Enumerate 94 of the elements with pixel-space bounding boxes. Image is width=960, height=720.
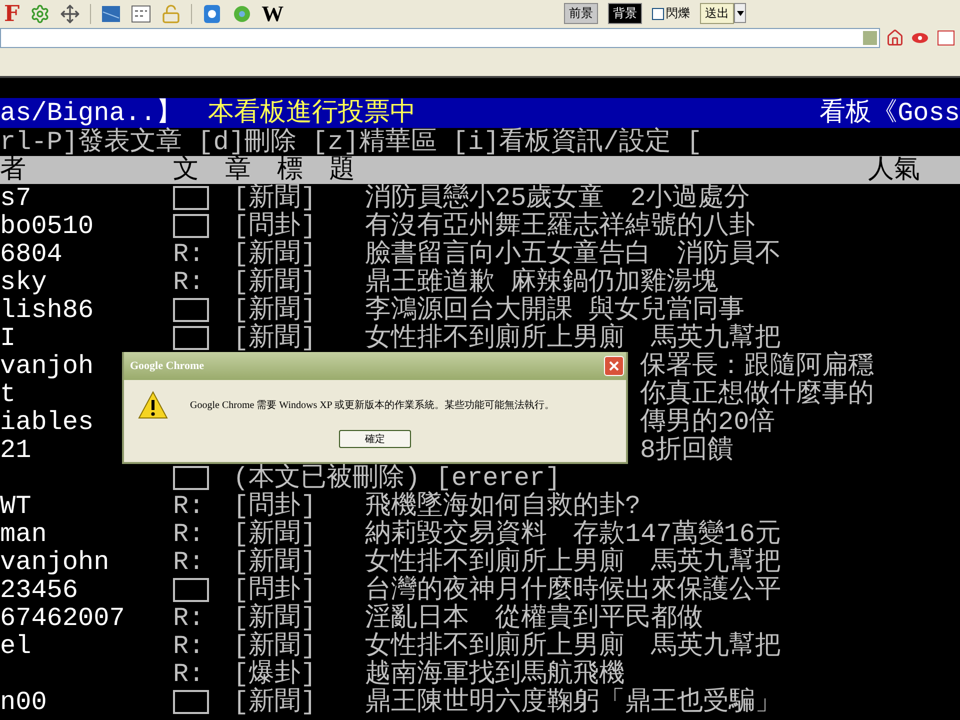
post-category: [新聞]: [233, 548, 316, 576]
post-category: [爆卦]: [233, 660, 316, 688]
app-logo-icon[interactable]: [202, 4, 222, 24]
author-name: 6804: [0, 240, 62, 268]
column-header: 人氣: [868, 156, 920, 184]
author-name: el: [0, 632, 32, 660]
reply-mark: R:: [173, 492, 204, 520]
blank-mark-icon: [173, 578, 209, 602]
post-title[interactable]: 保署長：跟隨阿扁穩: [640, 352, 874, 380]
blank-mark-icon: [173, 186, 209, 210]
post-title[interactable]: 鼎王雖道歉 麻辣鍋仍加雞湯塊: [365, 268, 719, 296]
keypad-icon[interactable]: [130, 4, 151, 24]
home-icon[interactable]: [886, 28, 904, 46]
author-name: s7: [0, 184, 32, 212]
post-title[interactable]: 飛機墜海如何自救的卦?: [365, 492, 641, 520]
reply-mark: R:: [173, 632, 204, 660]
author-name: sky: [0, 268, 47, 296]
post-category: [問卦]: [233, 492, 316, 520]
blank-mark-icon: [173, 298, 209, 322]
reply-mark: R:: [173, 548, 204, 576]
reply-mark: R:: [173, 240, 204, 268]
blank-mark-icon: [173, 214, 209, 238]
post-title[interactable]: 淫亂日本 從權貴到平民都做: [365, 604, 703, 632]
wiki-letter[interactable]: W: [262, 2, 284, 24]
post-category: [新聞]: [233, 324, 316, 352]
dialog-message: Google Chrome 需要 Windows XP 或更新版本的作業系統。某些功能可能無法執行。: [190, 398, 554, 412]
author-name: 23456: [0, 576, 78, 604]
send-button[interactable]: 送出: [700, 3, 734, 24]
author-name: WT: [0, 492, 32, 520]
deleted-note: (本文已被刪除) [ererer]: [233, 464, 561, 492]
move-icon[interactable]: [60, 4, 80, 24]
settings-icon[interactable]: [30, 4, 50, 24]
author-name: t: [0, 380, 16, 408]
flower-icon[interactable]: [232, 4, 252, 24]
warning-icon: [138, 390, 168, 420]
post-title[interactable]: 臉書留言向小五女童告白 消防員不: [365, 240, 781, 268]
post-category: [新聞]: [233, 604, 316, 632]
reply-mark: R:: [173, 268, 204, 296]
reply-mark: R:: [173, 660, 204, 688]
post-title[interactable]: 女性排不到廁所上男廁 馬英九幫把: [365, 324, 781, 352]
blank-mark-icon: [173, 326, 209, 350]
post-title[interactable]: 傳男的20倍: [640, 408, 776, 436]
author-name: man: [0, 520, 47, 548]
ok-button[interactable]: 確定: [339, 430, 411, 448]
post-category: [新聞]: [233, 240, 316, 268]
dialog-title: Google Chrome: [130, 360, 204, 372]
color-toggle[interactable]: 背景: [608, 3, 642, 24]
column-header: 文 章 標 題: [173, 156, 356, 184]
author-name: 21: [0, 436, 32, 464]
post-title[interactable]: 女性排不到廁所上男廁 馬英九幫把: [365, 632, 781, 660]
author-name: lish86: [0, 296, 94, 324]
blank-mark-icon: [173, 690, 209, 714]
post-category: [問卦]: [233, 576, 316, 604]
logo-letter[interactable]: F: [4, 2, 20, 24]
blank-mark-icon: [173, 466, 209, 490]
author-name: iables: [0, 408, 94, 436]
post-title[interactable]: 8折回饋: [640, 436, 734, 464]
post-title[interactable]: 女性排不到廁所上男廁 馬英九幫把: [365, 548, 781, 576]
author-name: vanjoh: [0, 352, 94, 380]
window-icon[interactable]: [100, 4, 121, 24]
author-name: vanjohn: [0, 548, 110, 576]
blink-checkbox[interactable]: 閃爍: [652, 5, 690, 22]
author-name: 67462007: [0, 604, 125, 632]
reply-mark: R:: [173, 520, 204, 548]
column-header: 者: [0, 156, 27, 184]
author-name: I: [0, 324, 16, 352]
author-name: n00: [0, 688, 47, 716]
post-category: [新聞]: [233, 632, 316, 660]
post-category: [問卦]: [233, 212, 316, 240]
close-button[interactable]: [604, 356, 624, 376]
post-category: [新聞]: [233, 184, 316, 212]
post-title[interactable]: 越南海軍找到馬航飛機: [365, 660, 625, 688]
dropdown-icon[interactable]: [862, 30, 878, 46]
post-title[interactable]: 有沒有亞州舞王羅志祥綽號的八卦: [365, 212, 755, 240]
post-title[interactable]: 鼎王陳世明六度鞠躬「鼎王也受騙」: [365, 688, 781, 716]
author-name: bo0510: [0, 212, 94, 240]
post-category: [新聞]: [233, 688, 316, 716]
address-field[interactable]: [0, 28, 880, 48]
post-title[interactable]: 你真正想做什麼事的: [640, 380, 874, 408]
vote-notice: 本看板進行投票中: [208, 99, 416, 127]
post-category: [新聞]: [233, 296, 316, 324]
color-toggle[interactable]: 前景: [564, 3, 598, 24]
board-path: as/Bigna..】: [0, 99, 182, 127]
post-category: [新聞]: [233, 268, 316, 296]
reply-mark: R:: [173, 604, 204, 632]
board-name: 看板《Goss: [820, 99, 960, 127]
close-icon: [608, 360, 620, 372]
window-icon[interactable]: [936, 28, 956, 48]
post-title[interactable]: 台灣的夜神月什麼時候出來保護公平: [365, 576, 781, 604]
command-help: rl-P]發表文章 [d]刪除 [z]精華區 [i]看板資訊/設定 [: [0, 127, 702, 157]
post-title[interactable]: 消防員戀小25歲女童 2小過處分: [365, 184, 750, 212]
post-category: [新聞]: [233, 520, 316, 548]
post-title[interactable]: 納莉毀交易資料 存款147萬變16元: [365, 520, 782, 548]
post-title[interactable]: 李鴻源回台大開課 與女兒當同事: [365, 296, 745, 324]
